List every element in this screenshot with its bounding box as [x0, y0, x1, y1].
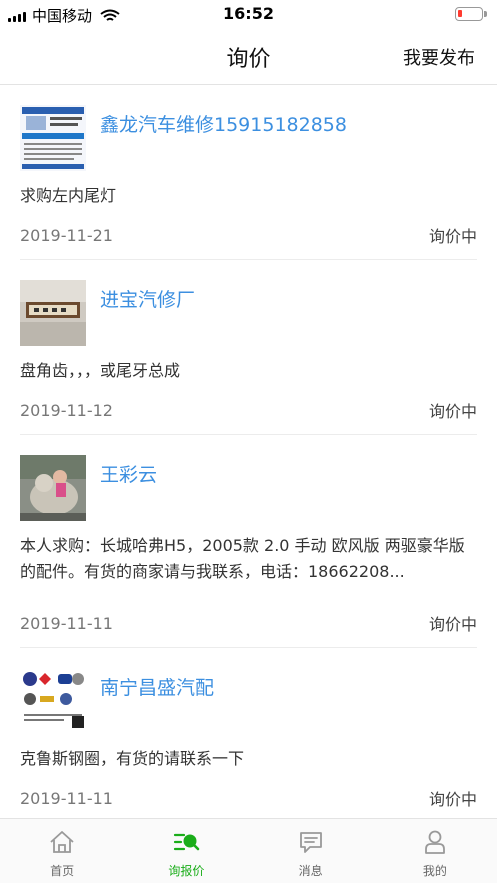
inquiry-content: 求购左内尾灯 [20, 186, 117, 205]
nav-bar: 询价 我要发布 [0, 30, 497, 85]
shop-name[interactable]: 王彩云 [100, 460, 157, 487]
inquiry-content: 克鲁斯钢圈，有货的请联系一下 [20, 749, 245, 768]
inquiry-card[interactable]: 南宁昌盛汽配 克鲁斯钢圈，有货的请联系一下 2019-11-11 询价中 [20, 648, 477, 818]
shop-avatar [20, 105, 86, 171]
tab-bar: 首页 询报价 消息 我的 [0, 818, 497, 883]
inquiry-card[interactable]: 进宝汽修厂 盘角齿，，，或尾牙总成 2019-11-12 询价中 [20, 260, 477, 435]
inquiry-card[interactable]: 鑫龙汽车维修15915182858 求购左内尾灯 2019-11-21 询价中 [20, 85, 477, 260]
profile-icon [424, 830, 445, 854]
shop-name[interactable]: 南宁昌盛汽配 [100, 673, 214, 700]
inquiry-date: 2019-11-11 [20, 613, 113, 633]
tab-label: 询报价 [168, 864, 205, 878]
home-icon [50, 831, 74, 853]
shop-avatar [20, 455, 86, 521]
shop-name[interactable]: 进宝汽修厂 [100, 285, 195, 312]
shop-avatar [20, 668, 86, 734]
inquiry-date: 2019-11-21 [20, 225, 113, 245]
inquiry-status: 询价中 [428, 227, 477, 246]
battery-icon [455, 7, 487, 21]
inquiry-list[interactable]: 鑫龙汽车维修15915182858 求购左内尾灯 2019-11-21 询价中 [0, 85, 497, 818]
tab-label: 消息 [298, 864, 323, 878]
message-icon [299, 832, 322, 853]
tab-messages[interactable]: 消息 [249, 819, 373, 883]
shop-name[interactable]: 鑫龙汽车维修15915182858 [100, 110, 347, 137]
tab-label: 首页 [50, 864, 75, 878]
tab-profile[interactable]: 我的 [373, 819, 497, 883]
inquiry-date: 2019-11-12 [20, 400, 113, 420]
inquiry-date: 2019-11-11 [20, 788, 113, 808]
status-bar: 中国移动 16:52 [0, 0, 497, 30]
inquiry-search-icon [174, 833, 200, 851]
tab-inquiry[interactable]: 询报价 [124, 819, 248, 883]
inquiry-status: 询价中 [428, 615, 477, 634]
status-time: 16:52 [223, 4, 274, 23]
inquiry-status: 询价中 [428, 790, 477, 809]
inquiry-content: 盘角齿，，，或尾牙总成 [20, 361, 181, 380]
tab-label: 我的 [422, 864, 447, 878]
tab-home[interactable]: 首页 [0, 819, 124, 883]
inquiry-content: 本人求购：长城哈弗H5，2005款 2.0 手动 欧风版 两驱豪华版的配件。有货… [20, 536, 465, 581]
publish-button[interactable]: 我要发布 [403, 44, 475, 70]
shop-avatar [20, 280, 86, 346]
inquiry-status: 询价中 [428, 402, 477, 421]
inquiry-card[interactable]: 王彩云 本人求购：长城哈弗H5，2005款 2.0 手动 欧风版 两驱豪华版的配… [20, 435, 477, 648]
